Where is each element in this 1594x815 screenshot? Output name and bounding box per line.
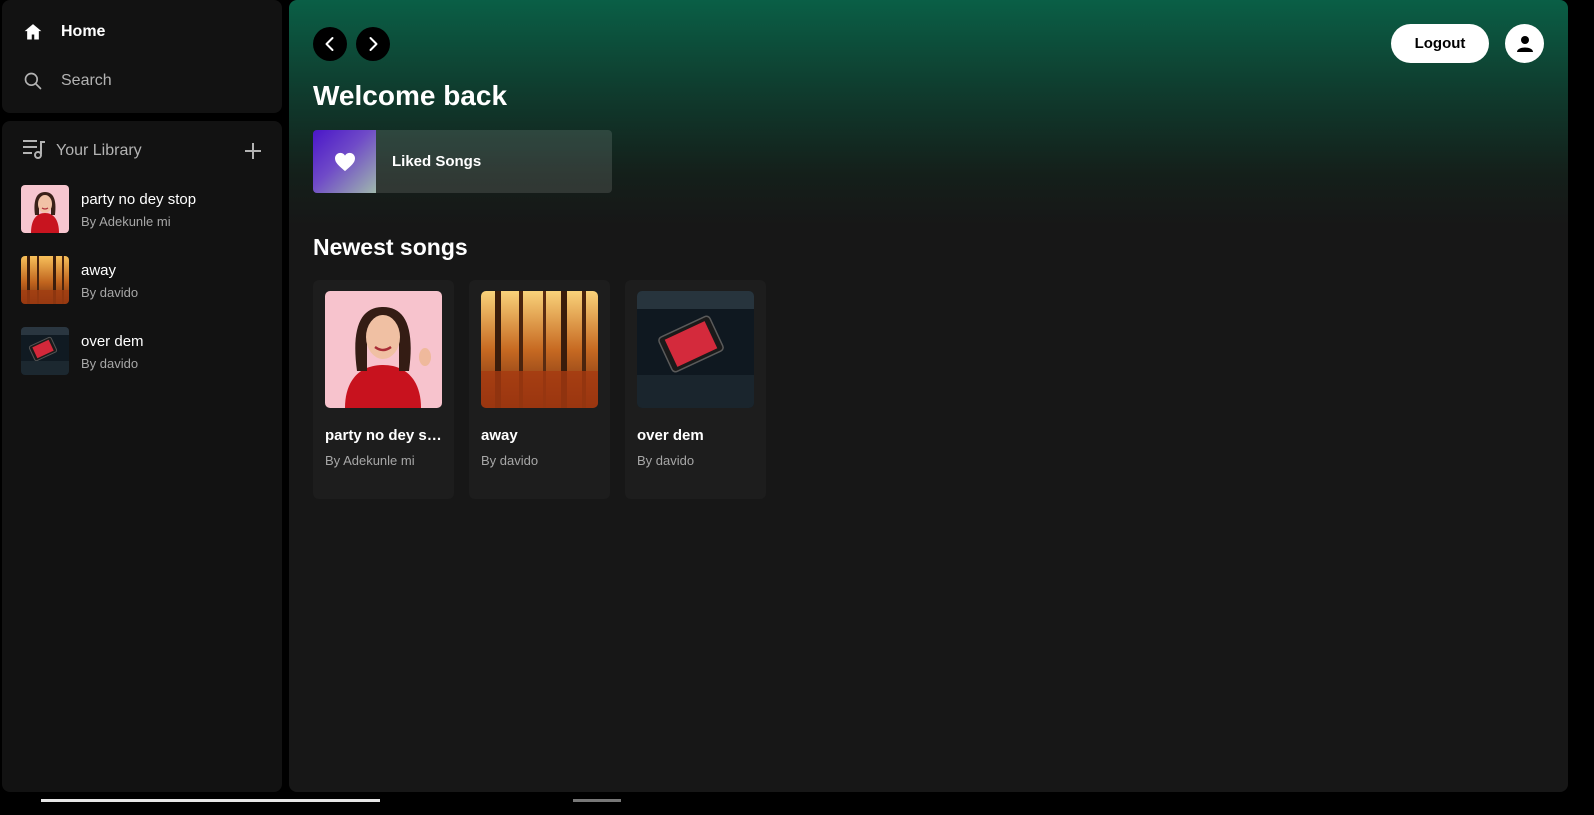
chevron-left-icon xyxy=(325,37,334,51)
sidebar-item-home[interactable]: Home xyxy=(22,21,105,43)
back-button[interactable] xyxy=(313,27,347,61)
song-card-title: away xyxy=(481,427,518,444)
user-icon xyxy=(1516,35,1533,52)
heart-icon xyxy=(334,152,355,171)
add-playlist-button[interactable] xyxy=(242,140,264,162)
forward-button[interactable] xyxy=(356,27,390,61)
library-icon xyxy=(22,138,46,165)
song-cover xyxy=(325,291,442,408)
library-item[interactable]: away By davido xyxy=(21,256,271,304)
song-cover xyxy=(481,291,598,408)
library-item-author: By Adekunle mi xyxy=(81,213,171,229)
sidebar-nav: Home Search xyxy=(2,0,282,113)
section-title: Newest songs xyxy=(313,234,468,260)
library-item-title: party no dey stop xyxy=(81,190,197,208)
sidebar-item-label: Search xyxy=(61,72,112,89)
library-header: Your Library xyxy=(22,139,264,163)
song-thumbnail xyxy=(21,185,69,233)
liked-songs-label: Liked Songs xyxy=(392,153,482,170)
library-item-author: By davido xyxy=(81,355,139,371)
sidebar-item-label: Home xyxy=(61,23,106,40)
song-card-title: party no dey stop xyxy=(325,427,442,444)
plus-icon xyxy=(245,143,261,159)
home-icon xyxy=(22,21,44,43)
song-card-title: over dem xyxy=(637,427,704,444)
library-title: Your Library xyxy=(56,142,142,159)
song-card-author: By davido xyxy=(481,453,539,468)
chevron-right-icon xyxy=(369,37,378,51)
song-thumbnail xyxy=(21,256,69,304)
song-card-author: By davido xyxy=(637,453,695,468)
scrollbar-thumb[interactable] xyxy=(573,799,621,802)
song-thumbnail xyxy=(21,327,69,375)
library-item-title: over dem xyxy=(81,332,144,350)
logout-button[interactable]: Logout xyxy=(1391,24,1489,63)
newest-songs-grid: party no dey stop By Adekunle mi away By… xyxy=(313,280,781,499)
user-profile-button[interactable] xyxy=(1505,24,1544,63)
song-card[interactable]: party no dey stop By Adekunle mi xyxy=(313,280,454,499)
song-card-author: By Adekunle mi xyxy=(325,453,415,468)
sidebar-item-search[interactable]: Search xyxy=(22,70,112,92)
liked-songs-cover xyxy=(313,130,376,193)
song-card[interactable]: over dem By davido xyxy=(625,280,766,499)
song-card[interactable]: away By davido xyxy=(469,280,610,499)
library-item[interactable]: over dem By davido xyxy=(21,327,271,375)
library-panel: Your Library party no dey stop By Adekun… xyxy=(2,121,282,792)
library-item[interactable]: party no dey stop By Adekunle mi xyxy=(21,185,271,233)
song-cover xyxy=(637,291,754,408)
search-icon xyxy=(22,70,44,92)
liked-songs-tile[interactable]: Liked Songs xyxy=(313,130,612,193)
library-list: party no dey stop By Adekunle mi away By… xyxy=(21,185,271,398)
library-item-title: away xyxy=(81,261,117,279)
scrollbar-track[interactable] xyxy=(41,799,380,802)
main-content: Logout Welcome back Liked Songs Newest s… xyxy=(289,0,1568,792)
library-item-author: By davido xyxy=(81,284,139,300)
page-title: Welcome back xyxy=(313,80,508,111)
